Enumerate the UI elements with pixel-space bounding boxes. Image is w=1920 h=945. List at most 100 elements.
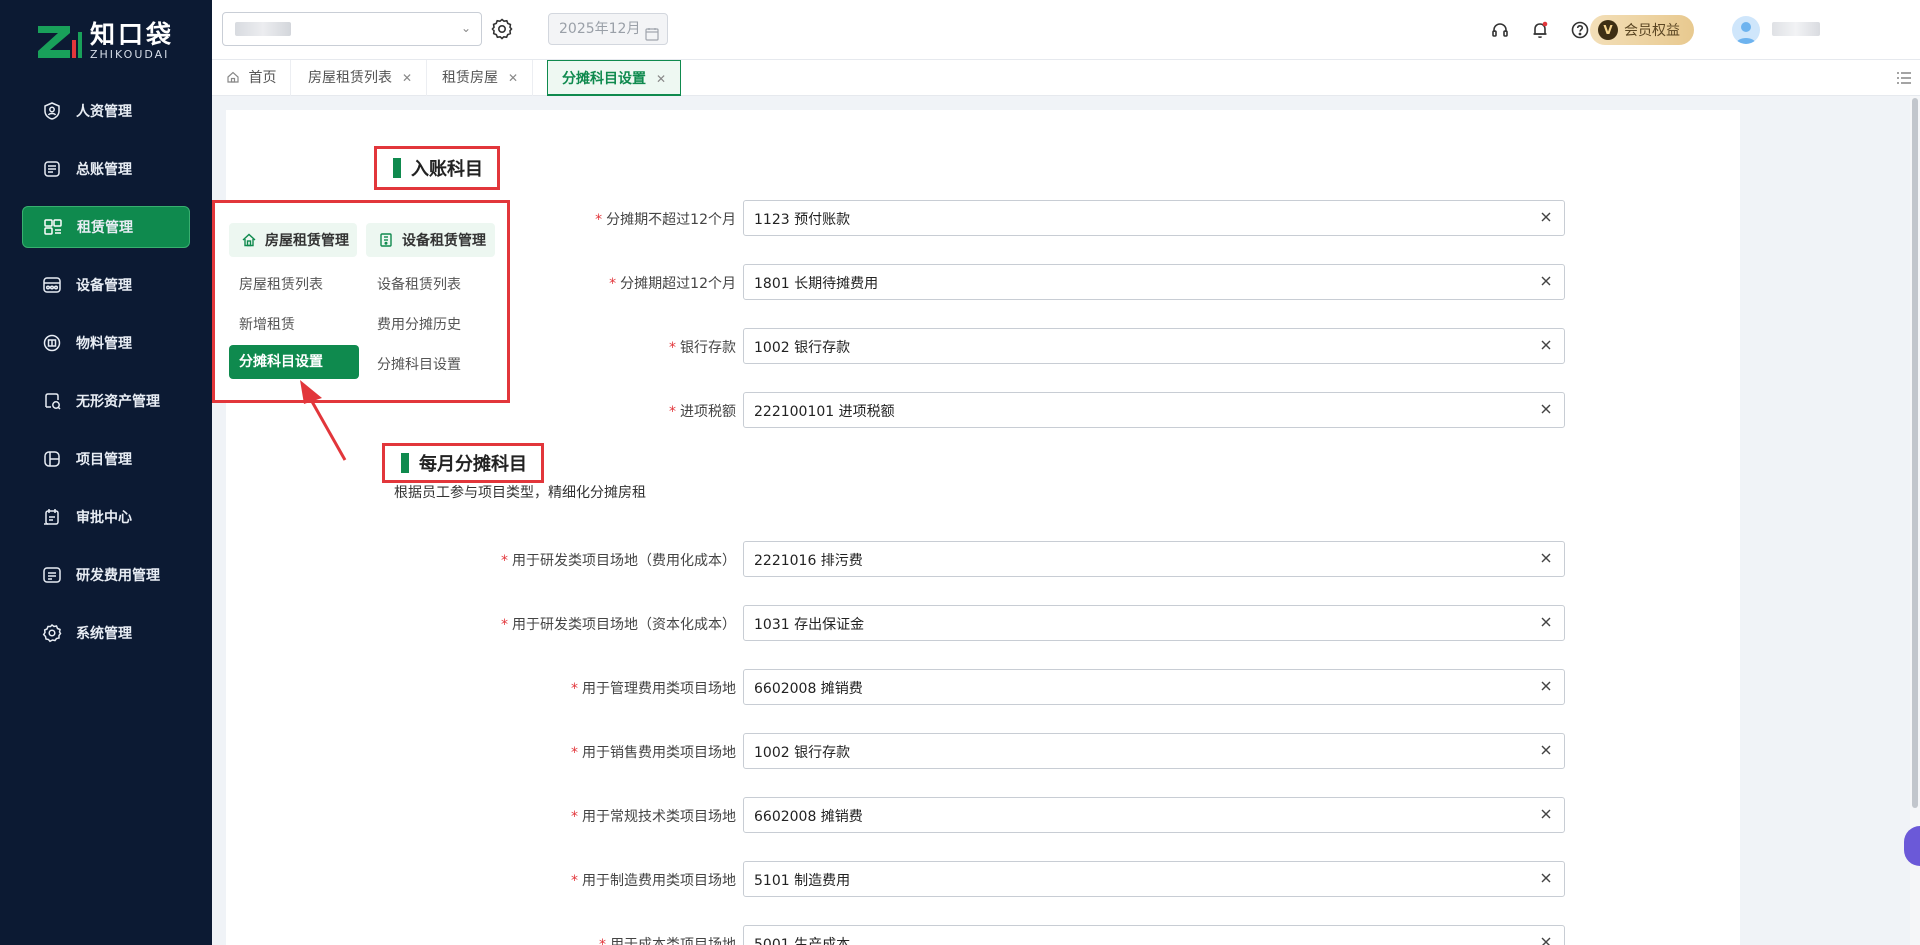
monthly-accounts-title-text: 每月分摊科目 — [419, 454, 527, 475]
page-scrollbar[interactable] — [1910, 96, 1920, 945]
menu-item-new-lease[interactable]: 新增租赁 — [239, 314, 295, 334]
house-lease-menu-header[interactable]: 房屋租赁管理 — [229, 223, 357, 257]
settings-gear-icon[interactable] — [490, 17, 514, 41]
menu-item-equipment-lease-list[interactable]: 设备租赁列表 — [377, 274, 461, 294]
logo[interactable]: 知口袋 ZHIKOUDAI — [36, 22, 174, 62]
help-icon[interactable] — [1570, 20, 1590, 40]
lease-menu-callout: 房屋租赁管理 设备租赁管理 房屋租赁列表 设备租赁列表 新增租赁 费用分摊历史 … — [212, 200, 510, 403]
field-value: 5101 制造费用 — [754, 873, 851, 889]
ledger-icon — [42, 159, 62, 179]
sidebar-nav: 人资管理 总账管理 租赁管理 设备管理 物料管理 无形资产管理 项目管理 审批中… — [0, 90, 212, 670]
chat-float-button[interactable] — [1904, 826, 1920, 866]
account-select-field[interactable]: 1031 存出保证金 — [743, 605, 1565, 641]
field-value: 1002 银行存款 — [754, 340, 851, 356]
tab-house-lease-list[interactable]: 房屋租赁列表 ✕ — [294, 60, 428, 96]
clear-icon[interactable] — [1538, 209, 1554, 225]
user-name-redacted[interactable] — [1772, 22, 1820, 36]
field-value: 1801 长期待摊费用 — [754, 276, 879, 292]
company-select[interactable]: ⌄ — [222, 12, 482, 46]
approval-icon — [42, 507, 62, 527]
close-icon[interactable]: ✕ — [508, 71, 518, 85]
account-select-field[interactable]: 2221016 排污费 — [743, 541, 1565, 577]
form-row-monthly-4: * 用于销售费用类项目场地 1002 银行存款 — [0, 733, 1574, 769]
account-select-field[interactable]: 6602008 摊销费 — [743, 797, 1565, 833]
equipment-lease-menu-header[interactable]: 设备租赁管理 — [366, 223, 495, 257]
home-icon — [226, 62, 240, 98]
tab-home[interactable]: 首页 — [212, 60, 292, 98]
top-header: ⌄ 2025年12月 V 会员权益 — [212, 0, 1920, 60]
person-shield-icon — [42, 101, 62, 121]
period-date-picker[interactable]: 2025年12月 — [548, 13, 668, 45]
sidebar-item-label: 项目管理 — [76, 452, 132, 468]
tab-leased-house[interactable]: 租赁房屋 ✕ — [428, 60, 534, 96]
field-value: 6602008 摊销费 — [754, 809, 863, 825]
field-label: * 用于常规技术类项目场地 — [571, 809, 736, 825]
sidebar-item-label: 审批中心 — [76, 510, 132, 526]
form-row-monthly-3: * 用于管理费用类项目场地 6602008 摊销费 — [0, 669, 1574, 705]
tab-allocation-accounts[interactable]: 分摊科目设置 ✕ — [547, 60, 682, 96]
field-value: 1123 预付账款 — [754, 212, 851, 228]
account-select-field[interactable]: 5001 生产成本 — [743, 925, 1565, 945]
tab-label: 分摊科目设置 — [562, 71, 646, 87]
monthly-accounts-title: 每月分摊科目 — [382, 443, 544, 483]
field-label: * 用于销售费用类项目场地 — [571, 745, 736, 761]
company-name-redacted — [235, 22, 291, 36]
clear-icon[interactable] — [1538, 870, 1554, 886]
clear-icon[interactable] — [1538, 401, 1554, 417]
clear-icon[interactable] — [1538, 678, 1554, 694]
project-icon — [42, 449, 62, 469]
menu-item-house-lease-list[interactable]: 房屋租赁列表 — [239, 274, 323, 294]
account-select-field[interactable]: 1002 银行存款 — [743, 733, 1565, 769]
form-row-monthly-2: * 用于研发类项目场地（资本化成本） 1031 存出保证金 — [0, 605, 1574, 641]
monthly-accounts-description: 根据员工参与项目类型，精细化分摊房租 — [394, 485, 646, 501]
field-value: 1002 银行存款 — [754, 745, 851, 761]
headset-icon[interactable] — [1490, 20, 1510, 40]
field-label: * 用于研发类项目场地（费用化成本） — [501, 553, 736, 569]
clear-icon[interactable] — [1538, 273, 1554, 289]
clear-icon[interactable] — [1538, 934, 1554, 945]
account-select-field[interactable]: 1123 预付账款 — [743, 200, 1565, 236]
field-label: * 用于成本类项目场地 — [599, 937, 736, 945]
logo-text-en: ZHIKOUDAI — [90, 48, 170, 61]
sidebar-item-ledger[interactable]: 总账管理 — [22, 148, 190, 190]
clear-icon[interactable] — [1538, 806, 1554, 822]
menu-item-expense-allocation-history[interactable]: 费用分摊历史 — [377, 314, 461, 334]
title-accent-bar — [393, 158, 401, 178]
menu-item-house-allocation-accounts[interactable]: 分摊科目设置 — [229, 345, 359, 379]
tab-bar: 首页 房屋租赁列表 ✕ 租赁房屋 ✕ 分摊科目设置 ✕ — [212, 60, 1920, 96]
clear-icon[interactable] — [1538, 550, 1554, 566]
vip-benefits-label: 会员权益 — [1624, 23, 1680, 39]
title-accent-bar — [401, 453, 409, 473]
avatar[interactable] — [1732, 16, 1760, 44]
form-row-monthly-6: * 用于制造费用类项目场地 5101 制造费用 — [0, 861, 1574, 897]
clear-icon[interactable] — [1538, 614, 1554, 630]
field-label: * 用于研发类项目场地（资本化成本） — [501, 617, 736, 633]
sidebar-item-hr[interactable]: 人资管理 — [22, 90, 190, 132]
close-icon[interactable]: ✕ — [402, 71, 412, 85]
sidebar-item-project[interactable]: 项目管理 — [22, 438, 190, 480]
chevron-down-icon: ⌄ — [460, 21, 471, 35]
sidebar-item-label: 总账管理 — [76, 162, 132, 178]
field-label: * 银行存款 — [669, 340, 736, 356]
field-value: 5001 生产成本 — [754, 937, 851, 945]
sidebar-item-approval[interactable]: 审批中心 — [22, 496, 190, 538]
tab-label: 租赁房屋 — [442, 70, 498, 86]
close-icon[interactable]: ✕ — [656, 72, 666, 86]
account-select-field[interactable]: 5101 制造费用 — [743, 861, 1565, 897]
account-select-field[interactable]: 1801 长期待摊费用 — [743, 264, 1565, 300]
entry-accounts-title: 入账科目 — [374, 146, 500, 190]
tab-list-menu-icon[interactable] — [1896, 70, 1912, 86]
clear-icon[interactable] — [1538, 742, 1554, 758]
account-select-field[interactable]: 1002 银行存款 — [743, 328, 1565, 364]
menu-item-equipment-allocation-accounts[interactable]: 分摊科目设置 — [377, 354, 461, 374]
scrollbar-thumb[interactable] — [1912, 98, 1918, 808]
tab-label: 首页 — [248, 70, 277, 86]
vip-benefits-button[interactable]: V 会员权益 — [1590, 15, 1694, 45]
account-select-field[interactable]: 222100101 进项税额 — [743, 392, 1565, 428]
field-label: * 用于管理费用类项目场地 — [571, 681, 736, 697]
sidebar-item-label: 人资管理 — [76, 104, 132, 120]
vip-badge-icon: V — [1598, 20, 1618, 40]
account-select-field[interactable]: 6602008 摊销费 — [743, 669, 1565, 705]
clear-icon[interactable] — [1538, 337, 1554, 353]
notification-bell-icon[interactable] — [1530, 20, 1550, 40]
